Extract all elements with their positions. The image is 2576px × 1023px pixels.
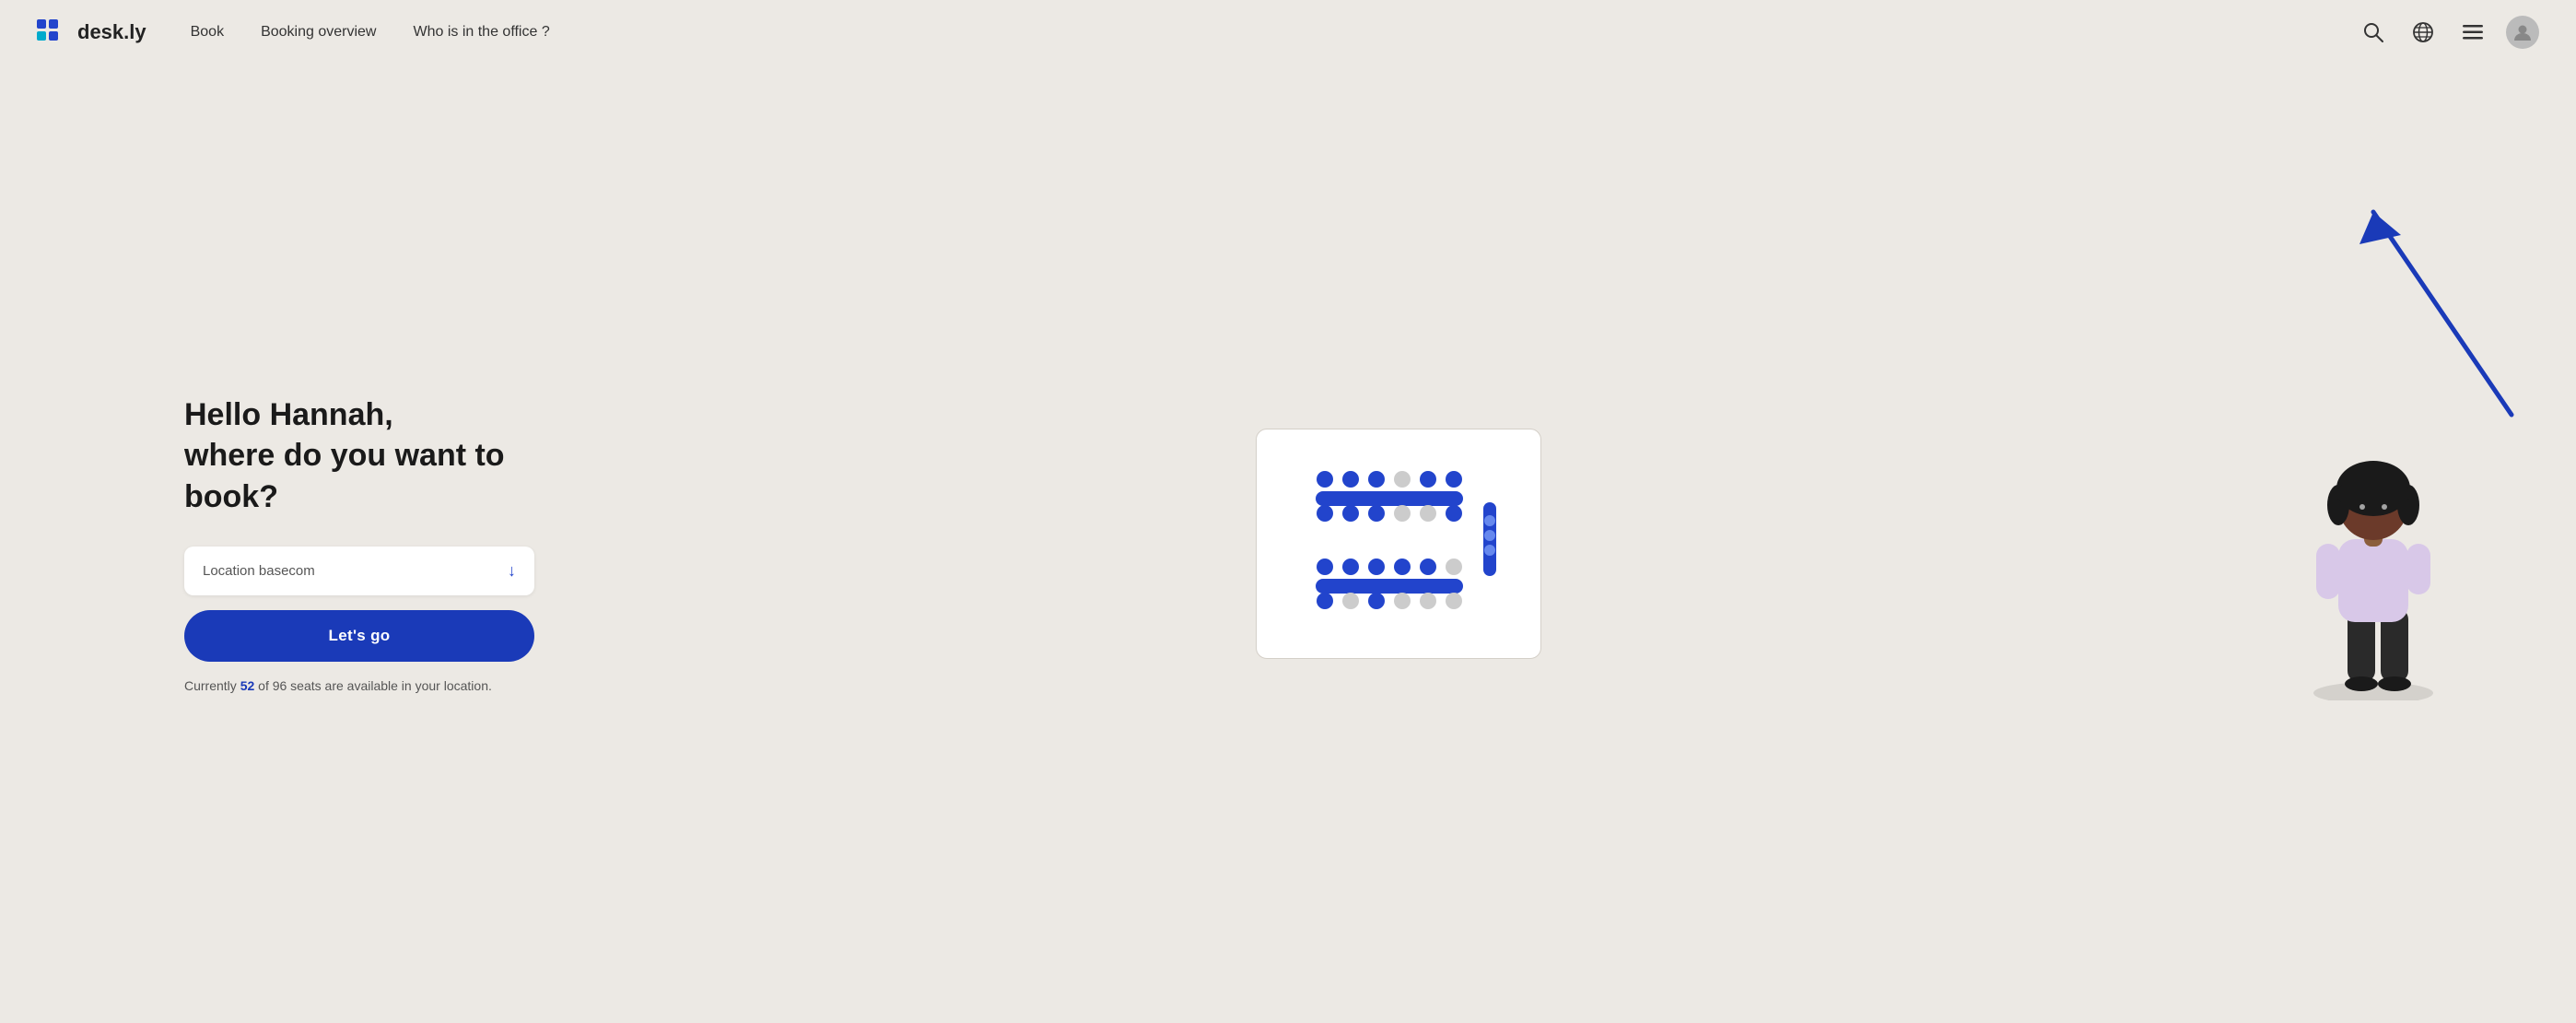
nav-who-in-office[interactable]: Who is in the office ?	[413, 24, 549, 41]
greeting-text: Hello Hannah, where do you want to book?	[184, 394, 571, 517]
search-button[interactable]	[2357, 16, 2390, 49]
available-count: 52	[240, 678, 255, 693]
nav-booking-overview[interactable]: Booking overview	[261, 24, 376, 41]
logo-icon	[37, 19, 70, 45]
arrow-indicator	[2318, 184, 2521, 424]
desk-floor-plan-card	[1256, 429, 1541, 659]
user-avatar[interactable]	[2506, 16, 2539, 49]
person-svg	[2281, 396, 2465, 700]
location-dropdown[interactable]: Location basecom ↓	[184, 547, 534, 595]
floor-plan-svg	[1279, 447, 1518, 641]
globe-button[interactable]	[2406, 16, 2440, 49]
logo-text: desk.ly	[77, 20, 146, 44]
availability-info: Currently 52 of 96 seats are available i…	[184, 678, 571, 693]
logo[interactable]: desk.ly	[37, 19, 146, 45]
globe-icon	[2412, 21, 2434, 43]
search-icon	[2363, 22, 2383, 42]
menu-button[interactable]	[2456, 16, 2489, 49]
location-value: Location basecom	[203, 563, 315, 579]
avatar-icon	[2512, 22, 2533, 42]
person-illustration-section	[2226, 387, 2465, 700]
dropdown-arrow-icon: ↓	[508, 561, 516, 581]
nav-book[interactable]: Book	[191, 24, 224, 41]
lets-go-button[interactable]: Let's go	[184, 610, 534, 662]
hamburger-icon	[2463, 25, 2483, 40]
desk-illustration	[571, 429, 2226, 659]
